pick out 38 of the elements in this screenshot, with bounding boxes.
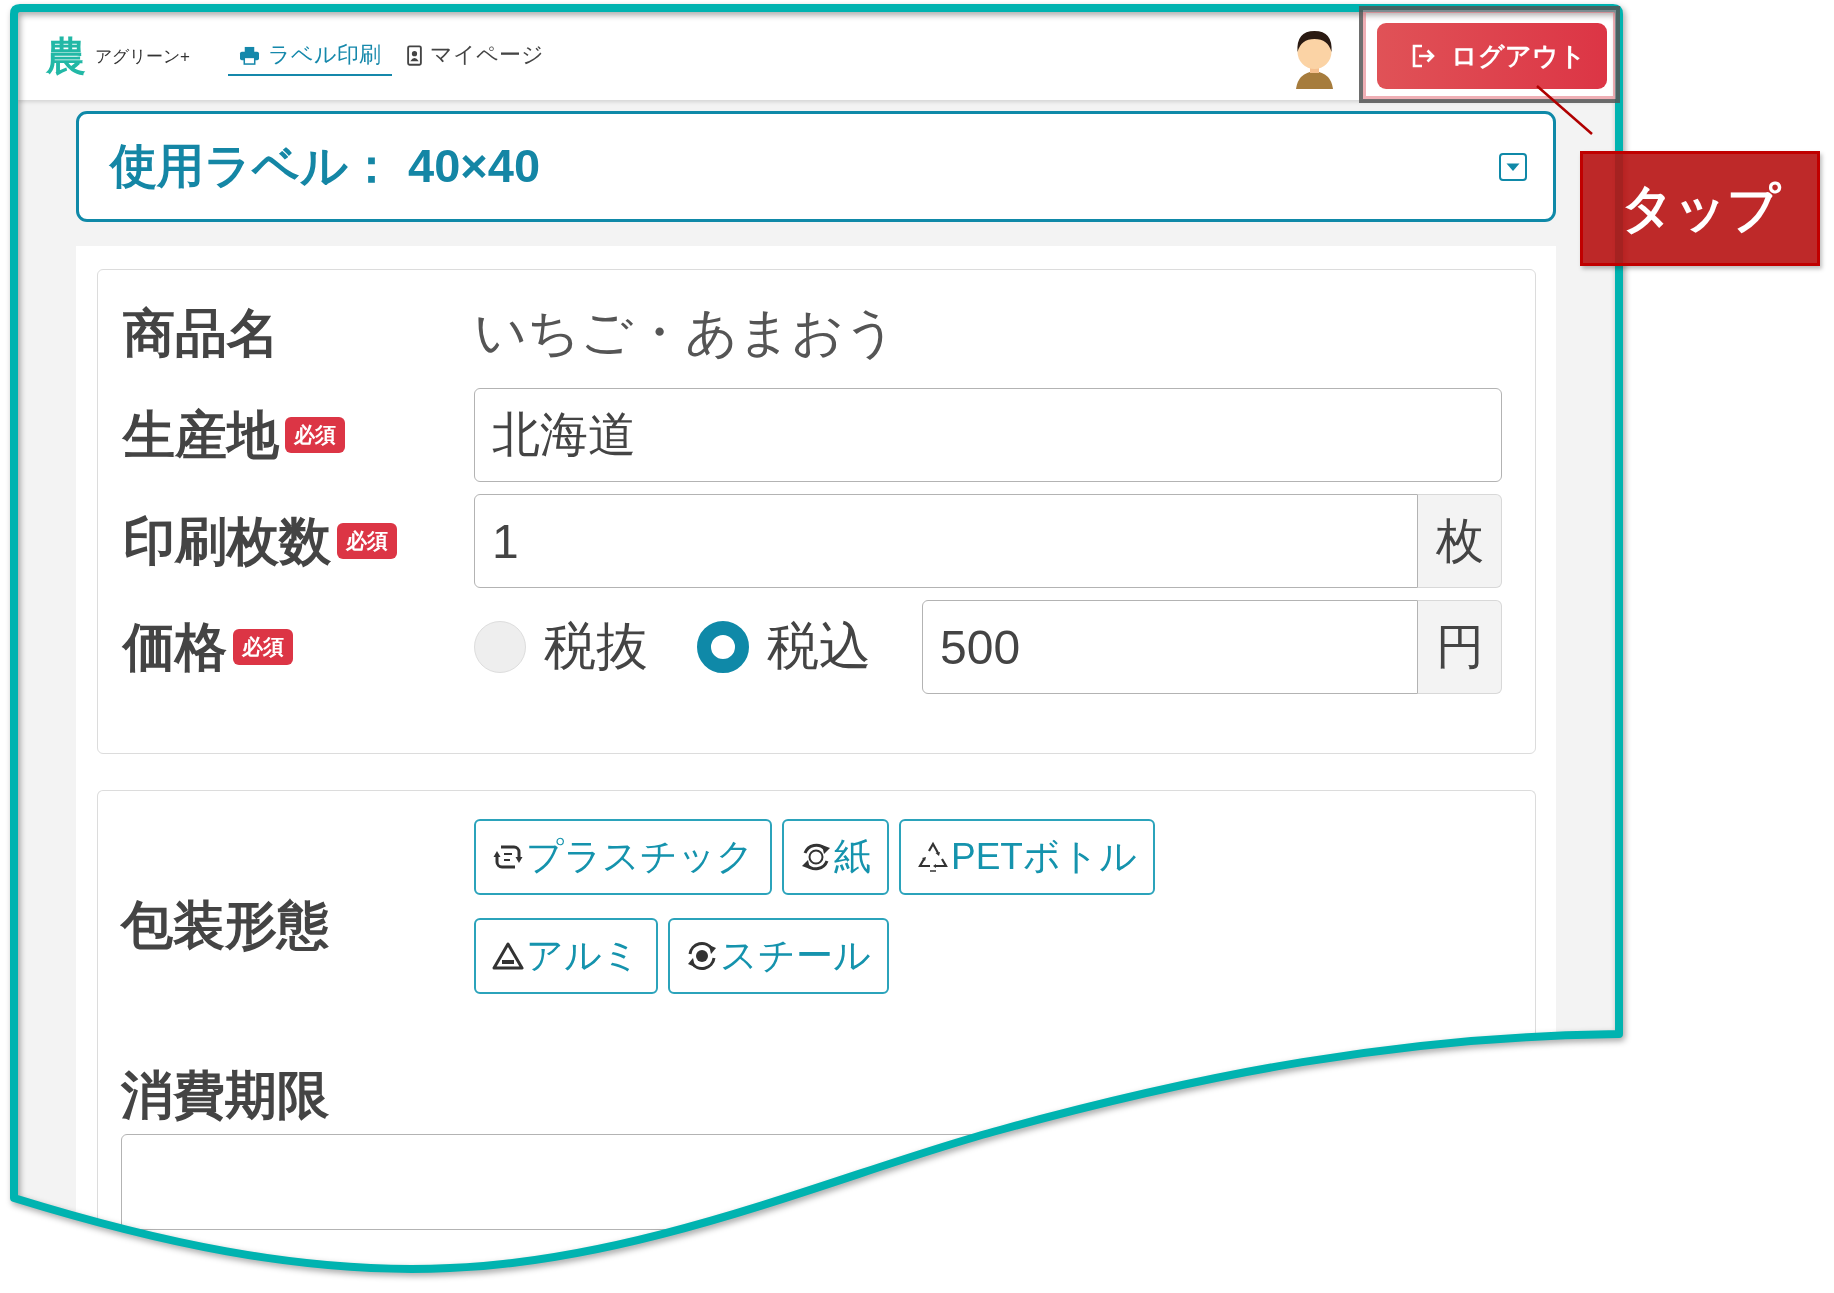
nav-tab[interactable]: ラベル印刷 (227, 36, 392, 76)
recycle-icon (492, 940, 524, 972)
field-label: 消費期限 (121, 1065, 329, 1126)
packaging-option[interactable]: アルミ (474, 918, 658, 994)
tap-callout: タップ (1580, 151, 1820, 266)
recycle-icon (800, 841, 832, 873)
radio-button[interactable] (697, 621, 749, 673)
recycle-icon (917, 841, 949, 873)
field-label: 商品名 (123, 302, 279, 364)
logout-button[interactable]: ログアウト (1377, 23, 1607, 89)
id-badge-icon (406, 44, 422, 66)
nav-tab[interactable]: マイページ (395, 36, 555, 76)
field-label: 生産地 (123, 404, 279, 466)
product-name-value: いちご・あまおう (474, 302, 897, 363)
required-badge: 必須 (337, 523, 397, 559)
field-label: 価格 (123, 616, 227, 678)
leader-line (1536, 85, 1593, 135)
radio-label[interactable]: 税抜 (544, 612, 648, 682)
packaging-option[interactable]: 紙 (782, 819, 889, 895)
required-badge: 必須 (233, 629, 293, 665)
radio-label[interactable]: 税込 (767, 612, 871, 682)
unit-addon: 枚 (1418, 494, 1502, 588)
packaging-option[interactable]: PETボトル (899, 819, 1155, 895)
packaging-option[interactable]: プラスチック (474, 819, 772, 895)
quantity-field[interactable]: 1 (474, 494, 1418, 588)
printer-icon (238, 45, 260, 65)
required-badge: 必須 (285, 417, 345, 453)
unit-addon: 円 (1418, 600, 1502, 694)
text-field[interactable]: 北海道 (474, 388, 1502, 482)
recycle-icon (686, 940, 718, 972)
field-label: 印刷枚数 (123, 510, 331, 572)
price-field[interactable]: 500 (922, 600, 1418, 694)
logo-text: アグリーン+ (95, 45, 190, 68)
dropdown-icon (1499, 152, 1527, 181)
packaging-option[interactable]: スチール (668, 918, 889, 994)
logo-mark: 農 (46, 36, 86, 76)
label-select[interactable]: 使用ラベル： 40×40 (76, 111, 1556, 222)
field-label: 包装形態 (121, 895, 330, 957)
